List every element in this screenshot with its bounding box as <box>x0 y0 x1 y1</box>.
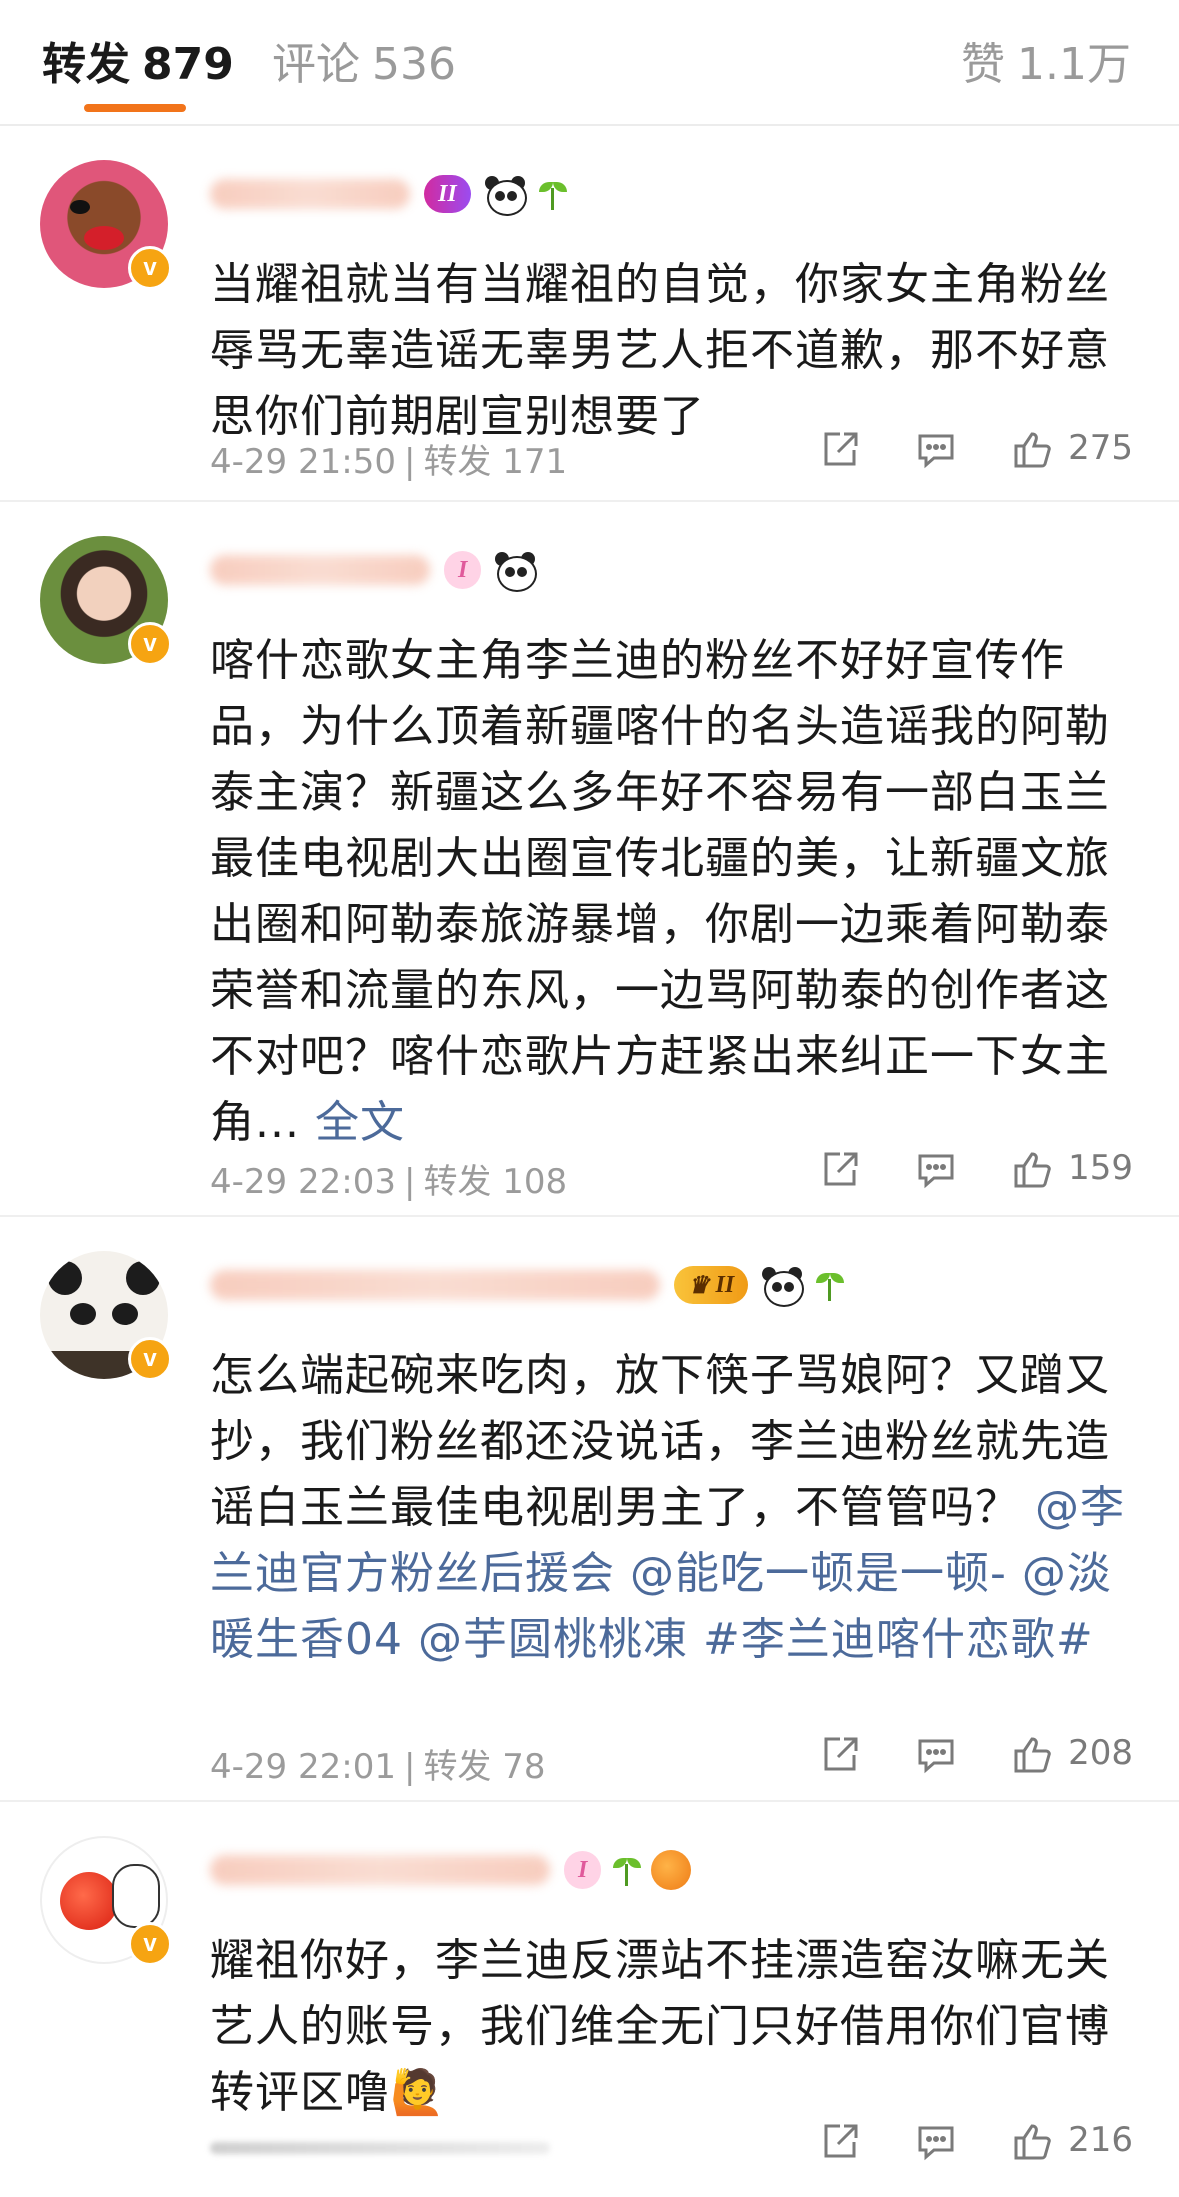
post-text: 怎么端起碗来吃肉，放下筷子骂娘阿？又蹭又抄，我们粉丝都还没说话，李兰迪粉丝就先造… <box>210 1350 1110 1533</box>
level-badge-text: I <box>578 1856 588 1883</box>
thumbs-up-icon <box>1014 432 1051 468</box>
thumbs-up-icon <box>1014 1737 1051 1773</box>
thumbs-up-icon <box>1014 1152 1051 1188</box>
username-blurred[interactable] <box>210 1270 660 1300</box>
raising-hand-emoji-icon: 🙋 <box>390 2067 446 2118</box>
post-time: 4-29 22:01 <box>210 1747 396 1787</box>
like-button[interactable]: 275 <box>1010 428 1133 472</box>
verified-badge-icon: v <box>128 1922 172 1966</box>
repost-item: v I 耀祖你好，李兰迪反漂站不挂漂造窑汝嘛无关艺人的账号，我们维全无门只好借用… <box>0 1802 1179 2197</box>
user-row: ♛ II <box>210 1257 845 1313</box>
tab-reposts[interactable]: 转发 879 <box>42 28 234 92</box>
tab-reposts-count: 879 <box>142 39 234 90</box>
post-time: 4-29 21:50 <box>210 442 396 482</box>
post-actions: 275 <box>818 428 1133 472</box>
sprout-icon <box>611 1850 642 1890</box>
user-row: II <box>210 166 567 222</box>
post-meta: 4-29 22:03 | 转发 108 <box>210 1162 568 1202</box>
share-icon[interactable] <box>818 2120 862 2164</box>
tab-comments-label: 评论 <box>272 39 360 90</box>
panda-icon <box>493 550 538 592</box>
thumbs-up-icon <box>1014 2124 1051 2160</box>
post-content: 怎么端起碗来吃肉，放下筷子骂娘阿？又蹭又抄，我们粉丝都还没说话，李兰迪粉丝就先造… <box>210 1343 1139 1673</box>
like-button[interactable]: 159 <box>1010 1148 1133 1192</box>
level-badge-text: II <box>715 1271 735 1298</box>
post-actions: 216 <box>818 2120 1133 2164</box>
panda-icon <box>760 1265 805 1307</box>
share-icon[interactable] <box>818 1148 862 1192</box>
tab-likes[interactable]: 赞 1.1万 <box>961 28 1131 92</box>
sprout-icon <box>537 174 567 214</box>
avatar[interactable]: v <box>40 1836 172 1966</box>
level-badge-icon: ♛ II <box>674 1266 749 1304</box>
comment-icon[interactable] <box>914 2120 958 2164</box>
verified-badge-icon: v <box>128 246 172 290</box>
post-content: 当耀祖就当有当耀祖的自觉，你家女主角粉丝辱骂无辜造谣无辜男艺人拒不道歉，那不好意… <box>210 259 1110 442</box>
post-meta: 4-29 22:01 | 转发 78 <box>210 1747 546 1787</box>
comment-icon[interactable] <box>914 428 958 472</box>
tab-bar: 转发 879 评论 536 赞 1.1万 <box>0 0 1179 126</box>
post-content: 喀什恋歌女主角李兰迪的粉丝不好好宣传作品，为什么顶着新疆喀什的名头造谣我的阿勒泰… <box>210 628 1139 1156</box>
level-badge-icon: II <box>424 175 471 213</box>
post-meta: 4-29 21:50 | 转发 171 <box>210 442 568 482</box>
repost-item: v I 喀什恋歌女主角李兰迪的粉丝不好好宣传作品，为什么顶着新疆喀什的名头造谣我… <box>0 502 1179 1217</box>
level-badge-icon: I <box>444 551 482 589</box>
post-actions: 208 <box>818 1733 1133 1777</box>
post-repost-count: 转发 171 <box>423 442 568 482</box>
level-badge-text: II <box>438 180 457 207</box>
tab-reposts-label: 转发 <box>42 39 130 90</box>
active-tab-indicator <box>84 104 186 112</box>
level-badge-icon: I <box>564 1851 602 1889</box>
post-content: 耀祖你好，李兰迪反漂站不挂漂造窑汝嘛无关艺人的账号，我们维全无门只好借用你们官博… <box>210 1928 1139 2126</box>
post-text: 喀什恋歌女主角李兰迪的粉丝不好好宣传作品，为什么顶着新疆喀什的名头造谣我的阿勒泰… <box>210 635 1110 1148</box>
username-blurred[interactable] <box>210 1855 550 1885</box>
username-blurred[interactable] <box>210 179 410 209</box>
tab-comments[interactable]: 评论 536 <box>272 28 456 92</box>
like-count: 208 <box>1068 1733 1133 1773</box>
crown-icon: ♛ <box>688 1272 716 1299</box>
avatar[interactable]: v <box>40 160 172 290</box>
like-count: 216 <box>1068 2120 1133 2160</box>
user-row: I <box>210 542 538 598</box>
like-count: 159 <box>1068 1148 1133 1188</box>
read-more-link[interactable]: 全文 <box>315 1097 405 1148</box>
meta-blurred <box>210 2142 550 2154</box>
share-icon[interactable] <box>818 1733 862 1777</box>
post-actions: 159 <box>818 1148 1133 1192</box>
repost-item: v ♛ II 怎么端起碗来吃肉，放下筷子骂娘阿？又蹭又抄，我们粉丝都还没说话，李… <box>0 1217 1179 1802</box>
comment-icon[interactable] <box>914 1733 958 1777</box>
tab-likes-count: 1.1万 <box>1017 39 1131 90</box>
post-repost-count: 转发 78 <box>423 1747 546 1787</box>
share-icon[interactable] <box>818 428 862 472</box>
like-count: 275 <box>1068 428 1133 468</box>
repost-item: v II 当耀祖就当有当耀祖的自觉，你家女主角粉丝辱骂无辜造谣无辜男艺人拒不道歉… <box>0 126 1179 502</box>
like-button[interactable]: 208 <box>1010 1733 1133 1777</box>
user-row: I <box>210 1842 692 1898</box>
level-badge-text: I <box>458 556 468 583</box>
panda-icon <box>483 174 527 216</box>
avatar[interactable]: v <box>40 1251 172 1381</box>
verified-badge-icon: v <box>128 622 172 666</box>
tab-comments-count: 536 <box>372 39 456 90</box>
like-button[interactable]: 216 <box>1010 2120 1133 2164</box>
post-repost-count: 转发 108 <box>423 1162 568 1202</box>
post-text: 耀祖你好，李兰迪反漂站不挂漂造窑汝嘛无关艺人的账号，我们维全无门只好借用你们官博… <box>210 1935 1110 2118</box>
tab-likes-label: 赞 <box>961 39 1006 90</box>
verified-badge-icon: v <box>128 1337 172 1381</box>
avatar[interactable]: v <box>40 536 172 666</box>
pufferfish-icon <box>651 1850 692 1890</box>
comment-icon[interactable] <box>914 1148 958 1192</box>
username-blurred[interactable] <box>210 555 430 585</box>
sprout-icon <box>814 1265 845 1305</box>
post-time: 4-29 22:03 <box>210 1162 396 1202</box>
